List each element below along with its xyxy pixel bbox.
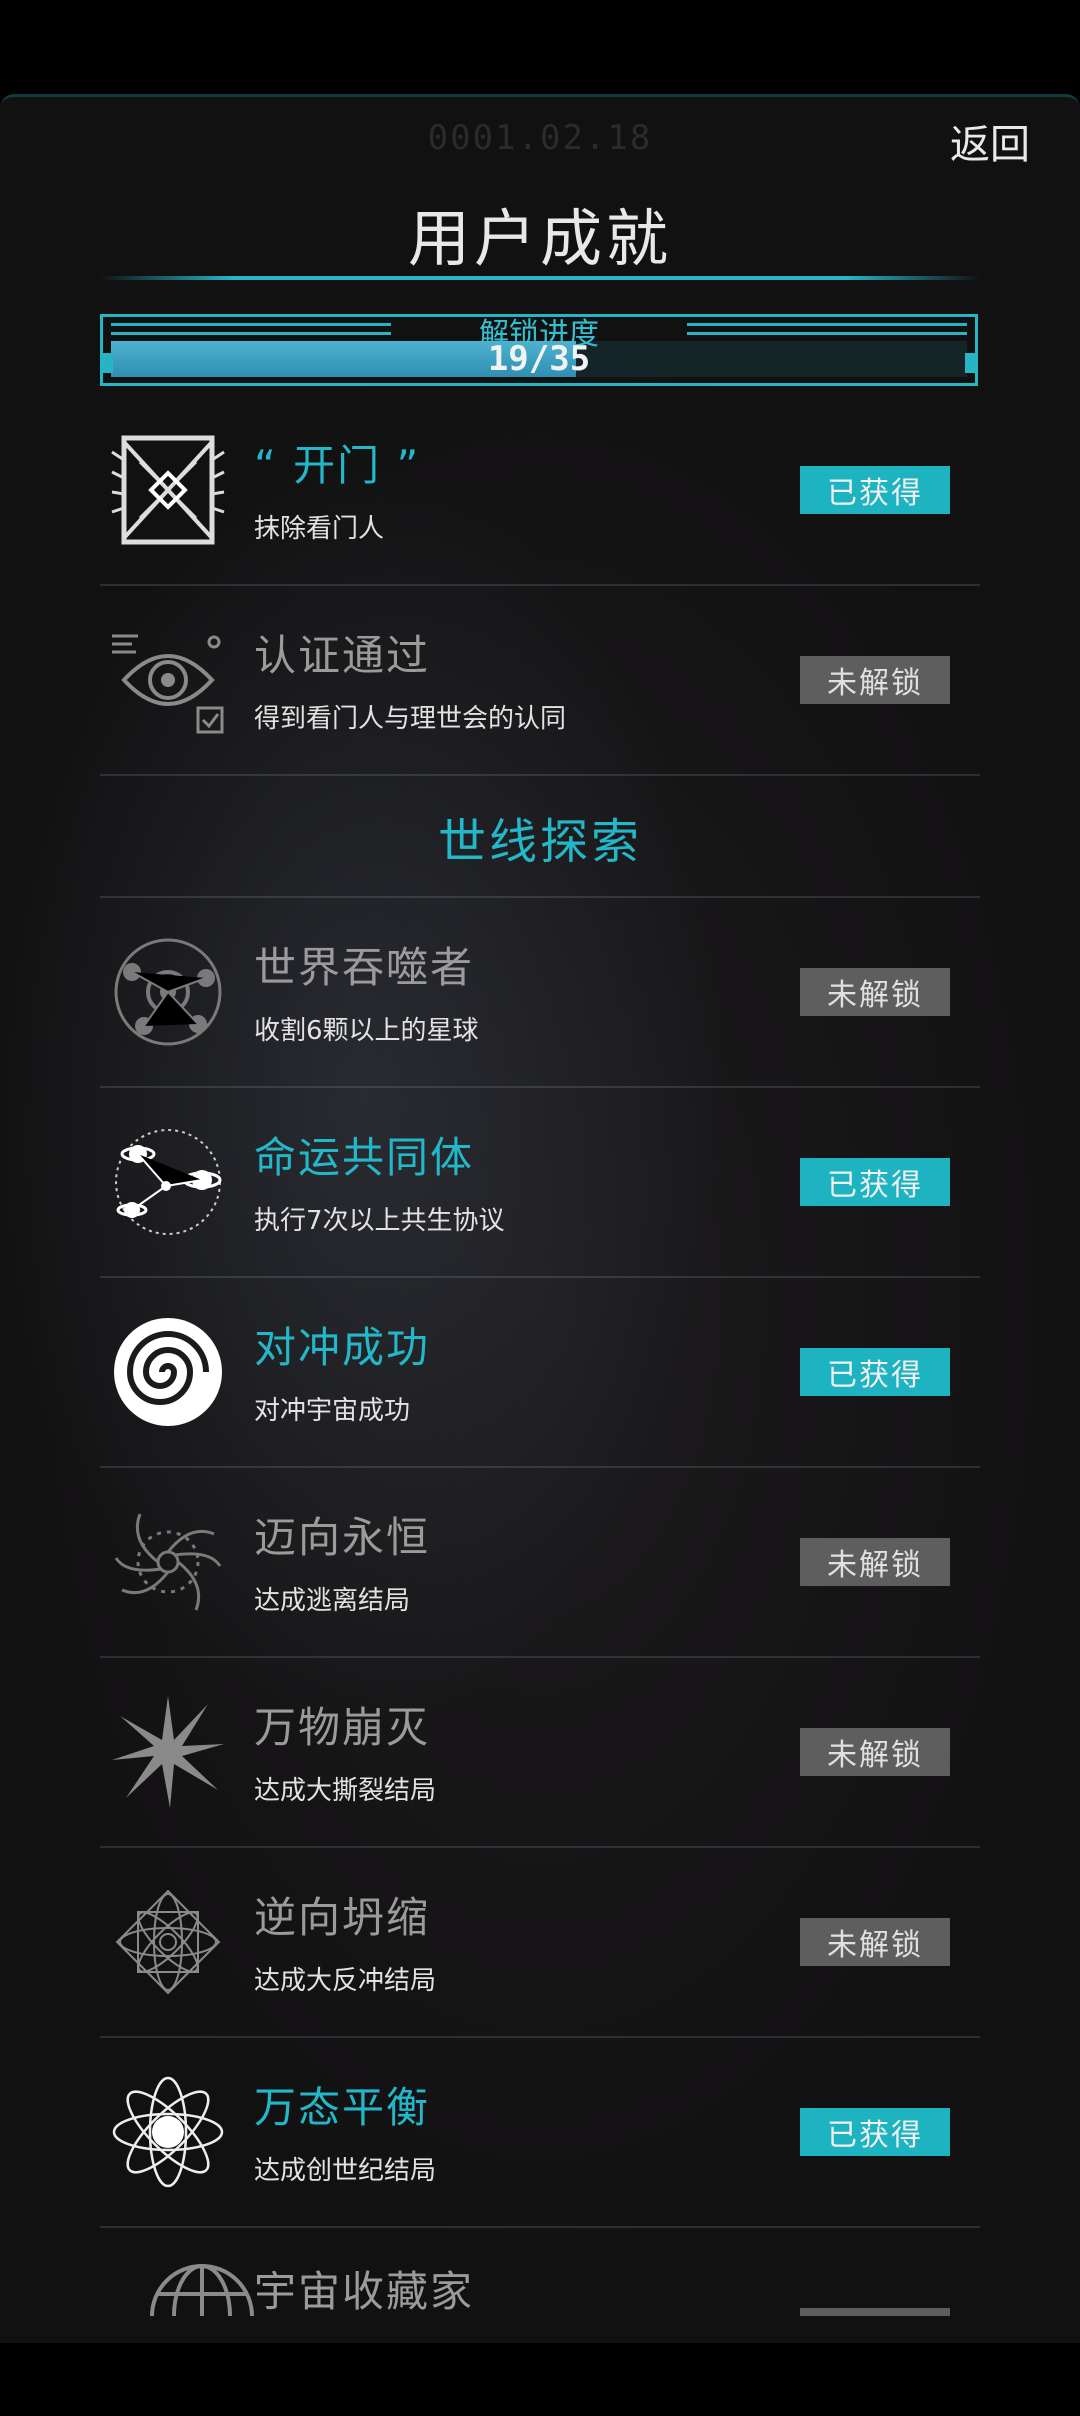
achievement-desc: 达成逃离结局 — [254, 1586, 411, 1616]
achievement-list: “ 开门 ” 抹除看门人 已获得 认证通过 得到看门人与理世会的认同 未解锁 世… — [100, 396, 980, 2416]
achievement-name: 逆向坍缩 — [254, 1893, 431, 1942]
status-badge: 已获得 — [800, 466, 950, 514]
status-badge: 未解锁 — [800, 656, 950, 704]
mandala-icon — [110, 1884, 226, 2000]
achievement-row[interactable]: 迈向永恒 达成逃离结局 未解锁 — [100, 1468, 980, 1658]
achievement-desc: 达成大反冲结局 — [254, 1966, 437, 1996]
achievement-desc: 对冲宇宙成功 — [254, 1396, 411, 1426]
achievement-row[interactable]: 万物崩灭 达成大撕裂结局 未解锁 — [100, 1658, 980, 1848]
frame-notch — [190, 97, 890, 107]
achievement-desc: 得到看门人与理世会的认同 — [254, 704, 567, 734]
achievement-name: 认证通过 — [254, 631, 431, 680]
status-badge — [800, 2308, 950, 2316]
achievement-row[interactable]: 逆向坍缩 达成大反冲结局 未解锁 — [100, 1848, 980, 2038]
progress-count: 19/35 — [487, 339, 591, 379]
burst-icon — [110, 1694, 226, 1810]
planet-orbit-icon — [110, 934, 226, 1050]
back-button[interactable]: 返回 — [950, 112, 1030, 170]
achievement-desc: 达成创世纪结局 — [254, 2156, 437, 2186]
status-badge: 未解锁 — [800, 1918, 950, 1966]
page-title: 用户成就 — [407, 202, 672, 275]
status-badge: 未解锁 — [800, 968, 950, 1016]
achievement-row[interactable]: 命运共同体 执行7次以上共生协议 已获得 — [100, 1088, 980, 1278]
section-header: 世线探索 — [100, 776, 980, 898]
title-divider — [100, 276, 980, 280]
vortex-icon — [110, 1504, 226, 1620]
status-badge: 已获得 — [800, 2108, 950, 2156]
status-badge: 已获得 — [800, 1348, 950, 1396]
section-title: 世线探索 — [437, 814, 642, 870]
achievement-desc: 执行7次以上共生协议 — [254, 1206, 505, 1236]
unlock-progress: 解锁进度 19/35 — [100, 314, 978, 386]
linked-planets-icon — [110, 1124, 226, 1240]
status-badge: 未解锁 — [800, 1538, 950, 1586]
achievement-name: “ 开门 ” — [254, 441, 421, 490]
achievement-row[interactable]: 万态平衡 达成创世纪结局 已获得 — [100, 2038, 980, 2228]
achievement-desc: 收割6颗以上的星球 — [254, 1016, 479, 1046]
achievement-name: 万物崩灭 — [254, 1703, 431, 1752]
atom-icon — [110, 2074, 226, 2190]
achievement-desc: 抹除看门人 — [254, 514, 385, 544]
achievement-row[interactable]: 认证通过 得到看门人与理世会的认同 未解锁 — [100, 586, 980, 776]
gate-icon — [110, 432, 226, 548]
achievement-row[interactable]: 世界吞噬者 收割6颗以上的星球 未解锁 — [100, 898, 980, 1088]
dome-icon — [144, 2258, 260, 2374]
achievement-name: 对冲成功 — [254, 1323, 431, 1372]
eye-verify-icon — [110, 622, 226, 738]
achievement-name: 宇宙收藏家 — [254, 2267, 475, 2316]
spiral-icon — [110, 1314, 226, 1430]
achievement-name: 万态平衡 — [254, 2083, 431, 2132]
achievement-name: 世界吞噬者 — [254, 943, 475, 992]
achievement-name: 迈向永恒 — [254, 1513, 431, 1562]
achievement-row[interactable]: 对冲成功 对冲宇宙成功 已获得 — [100, 1278, 980, 1468]
achievement-row[interactable]: “ 开门 ” 抹除看门人 已获得 — [100, 396, 980, 586]
status-badge: 已获得 — [800, 1158, 950, 1206]
achievement-row[interactable]: 宇宙收藏家 — [100, 2228, 980, 2416]
date-label: 0001.02.18 — [427, 118, 653, 158]
achievement-desc: 达成大撕裂结局 — [254, 1776, 437, 1806]
achievement-name: 命运共同体 — [254, 1133, 475, 1182]
status-badge: 未解锁 — [800, 1728, 950, 1776]
